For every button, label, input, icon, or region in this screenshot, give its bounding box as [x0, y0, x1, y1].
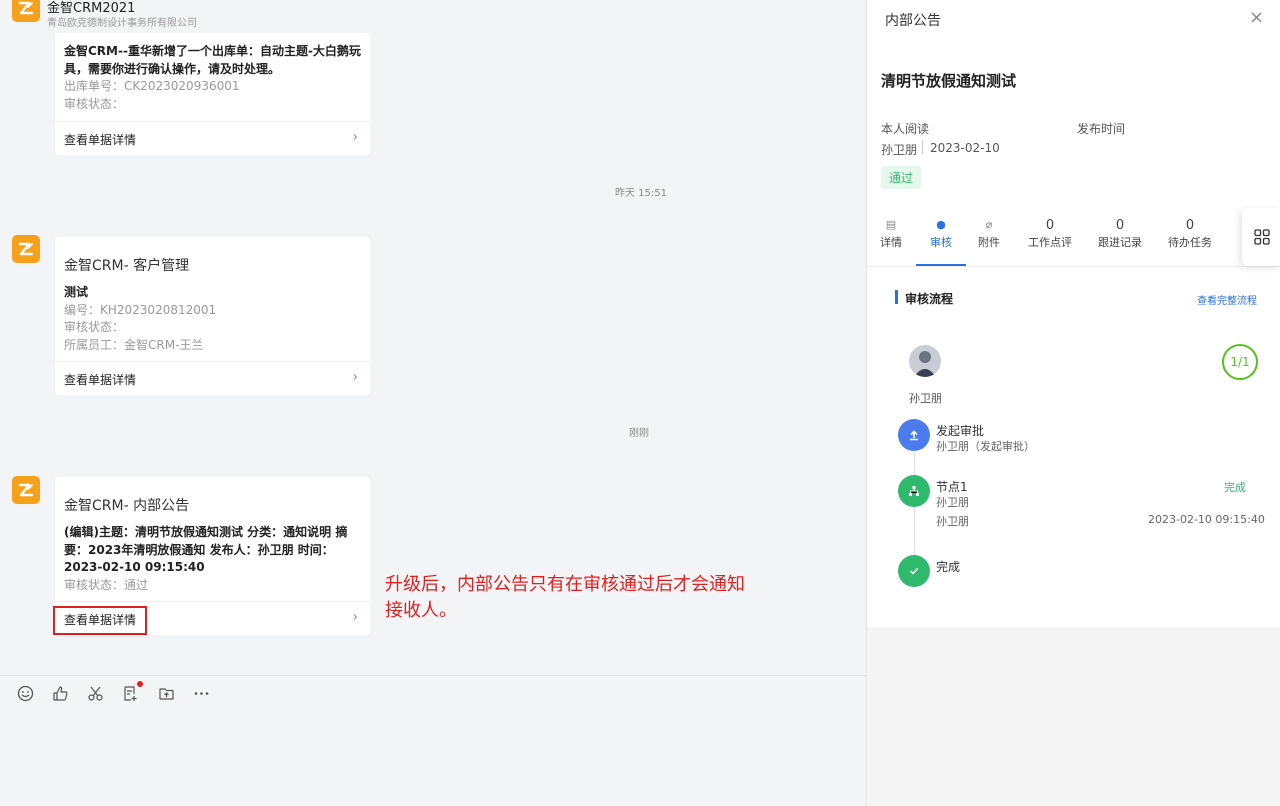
- message-line: 所属员工：金智CRM-王兰: [64, 337, 204, 352]
- grid-icon: [1254, 229, 1270, 245]
- message-line: 出库单号：CK2023020936001: [64, 79, 240, 93]
- tab-divider: [867, 266, 1280, 267]
- app-logo-icon: [12, 0, 40, 22]
- read-label: 本人阅读: [881, 122, 930, 136]
- flow-title: 审核流程: [905, 292, 954, 306]
- message-line: 审核状态：通过: [64, 577, 149, 592]
- step-sub: 孙卫朋（发起审批）: [936, 440, 1035, 453]
- company-name: 青岛欧克德制设计事务所有限公司: [47, 18, 197, 29]
- user-icon: ●: [936, 218, 946, 231]
- thumbs-up-icon[interactable]: [50, 683, 70, 703]
- chevron-right-icon[interactable]: ›: [353, 610, 358, 625]
- status-badge: 通过: [881, 166, 922, 189]
- apps-grid-button[interactable]: [1242, 208, 1280, 266]
- hierarchy-icon: [898, 475, 930, 507]
- section-marker: [895, 290, 898, 304]
- approver-name: 孙卫朋: [909, 392, 942, 405]
- sender-avatar-icon: [12, 235, 40, 263]
- panel-header: 内部公告: [885, 13, 941, 29]
- check-icon: [898, 555, 930, 587]
- details-icon: ▤: [885, 218, 897, 231]
- upload-icon: [898, 419, 930, 451]
- highlight-box: [53, 606, 147, 635]
- message-bold-text: (编辑)主题：清明节放假通知测试 分类：通知说明 摘要：2023年清明放假通知 …: [64, 525, 348, 574]
- close-icon[interactable]: ×: [1249, 7, 1264, 28]
- tab-details[interactable]: ▤ 详情: [873, 218, 909, 250]
- time-separator: 昨天 15:51: [615, 188, 667, 199]
- message-bold-text: 测试: [64, 285, 89, 299]
- emoji-icon[interactable]: [15, 683, 35, 703]
- tab-work-review[interactable]: 0 工作点评: [1025, 218, 1075, 250]
- approver-avatar: [909, 345, 941, 377]
- chat-header: 金智CRM2021 青岛欧克德制设计事务所有限公司: [0, 0, 866, 32]
- step-approver: 孙卫朋: [936, 515, 969, 528]
- more-icon[interactable]: [191, 683, 211, 703]
- publish-label: 发布时间: [1077, 122, 1126, 136]
- toolbar-divider: [0, 675, 866, 676]
- step-title: 节点1: [936, 480, 968, 494]
- timeline-line: [914, 507, 915, 557]
- upload-folder-icon[interactable]: [156, 683, 176, 703]
- message-bold-text: 金智CRM--重华新增了一个出库单：自动主题-大白鹅玩具，需要你进行确认操作，请…: [64, 44, 361, 76]
- chat-area: 金智CRM2021 青岛欧克德制设计事务所有限公司 金智CRM--重华新增了一个…: [0, 0, 866, 806]
- step-title: 发起审批: [936, 424, 985, 438]
- time-separator: 刚刚: [629, 428, 649, 439]
- annotation-text: 升级后，内部公告只有在审核通过后才会通知接收人。: [385, 574, 745, 621]
- detail-panel: 内部公告 × 清明节放假通知测试 本人阅读 发布时间 孙卫朋 2023-02-1…: [866, 0, 1280, 806]
- card-divider: [55, 361, 370, 362]
- message-line: 编号：KH2023020812001: [64, 302, 217, 317]
- step-status: 完成: [1224, 481, 1246, 494]
- meta-divider: [922, 140, 923, 154]
- card-divider: [55, 121, 370, 122]
- tab-approval[interactable]: ● 审核: [921, 218, 961, 250]
- author-name: 孙卫朋: [881, 143, 918, 157]
- message-card: 金智CRM--重华新增了一个出库单：自动主题-大白鹅玩具，需要你进行确认操作，请…: [55, 33, 370, 155]
- view-detail-link[interactable]: 查看单据详情: [64, 131, 136, 148]
- message-title: 金智CRM- 客户管理: [64, 258, 190, 274]
- message-card: 金智CRM- 客户管理 测试 编号：KH2023020812001 审核状态： …: [55, 237, 370, 395]
- view-detail-link[interactable]: 查看单据详情: [64, 371, 136, 388]
- progress-ring: 1/1: [1222, 344, 1258, 380]
- view-full-flow-link[interactable]: 查看完整流程: [1197, 292, 1257, 307]
- step-time: 2023-02-10 09:15:40: [1148, 513, 1265, 526]
- notification-dot: [137, 681, 143, 687]
- chevron-right-icon[interactable]: ›: [353, 130, 358, 145]
- panel-footer: [867, 627, 1280, 806]
- publish-date: 2023-02-10: [930, 141, 1000, 155]
- message-line: 审核状态：: [64, 96, 125, 111]
- tab-attachments[interactable]: ⌀ 附件: [971, 218, 1007, 250]
- tab-follow-up[interactable]: 0 跟进记录: [1095, 218, 1145, 250]
- message-title: 金智CRM- 内部公告: [64, 498, 190, 514]
- sender-avatar-icon: [12, 476, 40, 504]
- chevron-right-icon[interactable]: ›: [353, 370, 358, 385]
- step-title: 完成: [936, 560, 961, 574]
- message-line: 审核状态：: [64, 320, 125, 334]
- card-divider: [55, 601, 370, 602]
- tab-todo[interactable]: 0 待办任务: [1165, 218, 1215, 250]
- paperclip-icon: ⌀: [985, 218, 993, 231]
- scissors-icon[interactable]: [85, 683, 105, 703]
- notice-title: 清明节放假通知测试: [881, 72, 1017, 90]
- step-sub: 孙卫朋: [936, 496, 969, 509]
